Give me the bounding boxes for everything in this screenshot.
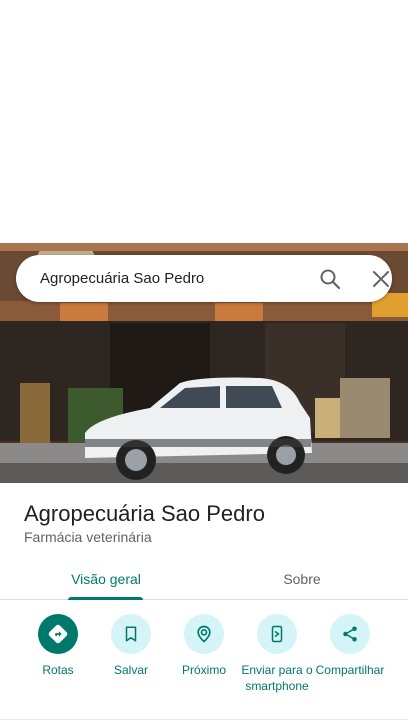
directions-label: Rotas [42,663,74,677]
place-category[interactable]: Farmácia veterinária [24,529,152,545]
send-to-phone-icon [257,614,297,654]
divider [0,719,408,720]
send-to-phone-label: Enviar para o smartphone [241,663,313,693]
search-icon[interactable] [318,267,342,291]
tab-about[interactable]: Sobre [232,558,372,600]
directions-button[interactable]: Rotas [18,614,98,678]
action-row: Rotas Salvar Próximo Enviar para o smart… [0,600,408,726]
close-icon[interactable] [369,267,393,291]
place-title: Agropecuária Sao Pedro [24,501,265,526]
share-icon [330,614,370,654]
share-label: Compartilhar [315,663,385,677]
map-area-blank [0,0,408,243]
directions-icon [38,614,78,654]
nearby-button[interactable]: Próximo [164,614,244,678]
save-button[interactable]: Salvar [91,614,171,678]
tab-bar: Visão geral Sobre [0,558,408,600]
bookmark-icon [111,614,151,654]
share-button[interactable]: Compartilhar [310,614,390,678]
search-bar[interactable]: Agropecuária Sao Pedro [16,255,392,302]
nearby-label: Próximo [181,663,226,677]
tab-overview[interactable]: Visão geral [36,558,176,600]
send-to-phone-button[interactable]: Enviar para o smartphone [237,614,317,694]
nearby-icon [184,614,224,654]
save-label: Salvar [113,663,148,677]
